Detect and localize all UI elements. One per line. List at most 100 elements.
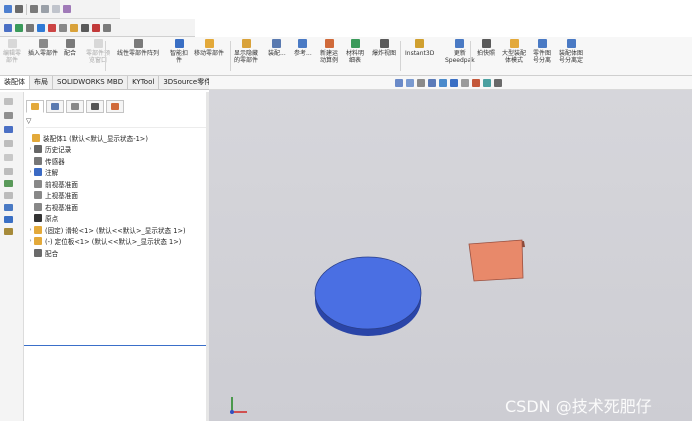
ribbon-button-mate[interactable]: 配合 (64, 39, 76, 73)
ribbon-button-exploded-view[interactable]: 爆炸视图 (372, 39, 396, 73)
previous-view-icon[interactable] (417, 79, 425, 87)
ribbon-button-reference-geometry[interactable]: 参考... (294, 39, 312, 73)
tree-item[interactable]: › 历史记录 (24, 144, 208, 156)
move-component-icon (204, 39, 214, 48)
scene-icon[interactable] (483, 79, 491, 87)
render-icon[interactable] (63, 5, 71, 13)
quick-access-toolbar-2 (0, 19, 195, 37)
tool-icon-6[interactable] (4, 168, 13, 175)
tool-icon-8[interactable] (4, 192, 13, 199)
zoom-area-icon[interactable] (406, 79, 414, 87)
command-manager-ribbon: 编辑零 部件 插入零部件 配合 零部件预 览窗口 线性零部件阵列 智能扣件移动零部件 显示隐藏的… (0, 37, 692, 76)
ribbon-button-label: 零部件预 (86, 50, 111, 57)
sketch-line-icon[interactable] (15, 5, 23, 13)
ribbon-button-show-hidden[interactable]: 显示隐藏 的零部件 (234, 39, 258, 73)
ribbon-button-label: 新建运 (320, 50, 339, 57)
instant3d-icon (415, 39, 425, 48)
tree-item[interactable]: 右视基准面 (24, 201, 208, 213)
tree-item[interactable]: 装配体1 (默认<默认_显示状态-1>) (24, 132, 208, 144)
tab-assembly[interactable]: 装配体 (0, 76, 30, 89)
tree-item[interactable]: 配合 (24, 247, 208, 259)
tool-icon-1[interactable] (4, 98, 13, 105)
view-orientation-icon[interactable] (439, 79, 447, 87)
tool-icon-7[interactable] (4, 180, 13, 187)
ribbon-button-assembly-number[interactable]: 装配体图 号分离定 (559, 39, 583, 73)
tree-filter[interactable]: ▽ (26, 117, 206, 128)
tab-property[interactable] (46, 100, 64, 113)
tab-display[interactable] (106, 100, 124, 113)
tree-item[interactable]: › (固定) 滑轮<1> (默认<<默认>_显示状态 1>) (24, 224, 208, 236)
measure-icon[interactable] (59, 23, 67, 32)
tab-mbd[interactable]: SOLIDWORKS MBD (53, 76, 129, 89)
section-view-icon[interactable] (428, 79, 436, 87)
relation-icon[interactable] (52, 5, 60, 13)
tool-icon-3[interactable] (4, 126, 13, 133)
feature-icon[interactable] (15, 23, 23, 32)
view-settings-icon[interactable] (494, 79, 502, 87)
ribbon-button-assembly-feature[interactable]: 装配... (268, 39, 286, 73)
history-icon (34, 145, 42, 154)
filter-icon[interactable]: ▽ (26, 117, 31, 125)
tool-icon-11[interactable] (4, 228, 13, 235)
smart-dim-icon[interactable] (41, 5, 49, 13)
tab-layout[interactable]: 布局 (30, 76, 53, 89)
ribbon-button-instant3d[interactable]: Instant3D (405, 39, 434, 73)
tab-dimxpert[interactable] (86, 100, 104, 113)
panel-tabs (26, 100, 124, 114)
ribbon-button-move-component[interactable]: 移动零部件 (194, 39, 224, 73)
ribbon-button-part-number[interactable]: 零件图 号分离 (533, 39, 551, 73)
mate-icon (65, 39, 75, 48)
ribbon-button-label: 材料明 (346, 50, 365, 57)
tool-icon-2[interactable] (4, 112, 13, 119)
new-icon[interactable] (4, 5, 12, 13)
ribbon-button-large-assembly[interactable]: 大型装配 体模式 (502, 39, 526, 73)
tree-selection-line (24, 345, 208, 346)
tool-icon-4[interactable] (4, 140, 13, 147)
ribbon-button-label: 号分离 (533, 57, 552, 64)
positioning-plate[interactable] (468, 239, 524, 282)
rotate-icon[interactable] (26, 23, 34, 32)
tree-item[interactable]: 传感器 (24, 155, 208, 167)
ribbon-button-label: 大型装配 (502, 50, 527, 57)
ribbon-button-edit-component[interactable]: 编辑零 部件 (3, 39, 21, 73)
expand-arrow-icon[interactable]: › (27, 238, 34, 244)
tree-item-label: 右视基准面 (45, 203, 78, 212)
tab-feature-tree[interactable] (26, 100, 44, 113)
tree-item[interactable]: 原点 (24, 213, 208, 225)
color-icon[interactable] (48, 23, 56, 32)
ribbon-button-snapshot[interactable]: 拍快照 (477, 39, 495, 73)
error-icon[interactable] (92, 23, 100, 32)
ribbon-button-linear-pattern[interactable]: 线性零部件阵列 (117, 39, 159, 73)
folder-icon[interactable] (70, 23, 78, 32)
view-icon[interactable] (4, 23, 12, 32)
hide-show-icon[interactable] (461, 79, 469, 87)
tree-item[interactable]: 上视基准面 (24, 190, 208, 202)
expand-arrow-icon[interactable]: › (27, 169, 34, 175)
expand-arrow-icon[interactable]: › (27, 146, 34, 152)
display-style-icon[interactable] (450, 79, 458, 87)
sphere-icon[interactable] (37, 23, 45, 32)
tool-icon-9[interactable] (4, 204, 13, 211)
ribbon-button-bom[interactable]: 材料明 细表 (346, 39, 364, 73)
tool-icon-10[interactable] (4, 216, 13, 223)
tree-item[interactable]: › 注解 (24, 167, 208, 179)
annotation-icon (34, 168, 42, 177)
tool-icon-5[interactable] (4, 154, 13, 161)
pulley-disc[interactable] (314, 256, 422, 330)
ribbon-button-new-motion-study[interactable]: 新建运 动算例 (320, 39, 338, 73)
ribbon-button-insert-component[interactable]: 插入零部件 (28, 39, 58, 73)
tree-item[interactable]: 前视基准面 (24, 178, 208, 190)
ribbon-button-component-preview[interactable]: 零部件预 览窗口 (86, 39, 110, 73)
ribbon-button-label: 更新 (453, 50, 466, 57)
options-icon[interactable] (103, 23, 111, 32)
expand-arrow-icon[interactable]: › (27, 227, 34, 233)
tab-config[interactable] (66, 100, 84, 113)
ribbon-button-smart-fastener[interactable]: 智能扣件 (170, 39, 188, 73)
zoom-fit-icon[interactable] (395, 79, 403, 87)
dimension-icon[interactable] (30, 5, 38, 13)
snapshot-icon (481, 39, 491, 48)
appearance-icon[interactable] (472, 79, 480, 87)
tree-item[interactable]: › (-) 定位板<1> (默认<<默认>_显示状态 1>) (24, 236, 208, 248)
tab-kytool[interactable]: KYTool (128, 76, 160, 89)
pin-icon[interactable] (81, 23, 89, 32)
